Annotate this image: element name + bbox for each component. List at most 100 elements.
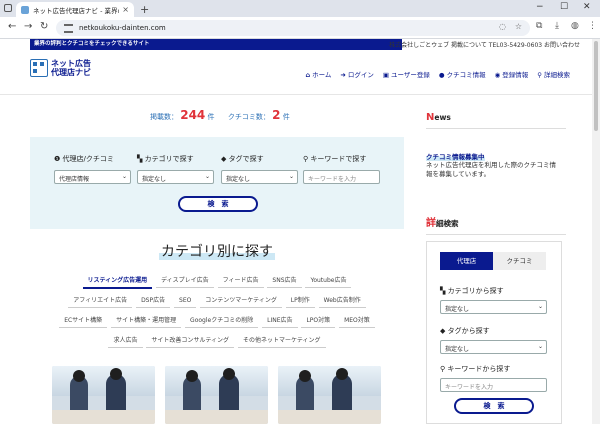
category-affiliate[interactable]: アフィリエイト広告 <box>68 292 133 308</box>
nav-detail-search-label: 詳細検索 <box>544 71 570 79</box>
eye-off-icon[interactable]: ◌ <box>499 22 506 31</box>
agency-card-image[interactable] <box>52 366 155 424</box>
category-other-marketing[interactable]: その他ネットマーケティング <box>237 332 326 348</box>
category-line-ads[interactable]: LINE広告 <box>262 312 298 328</box>
nav-login[interactable]: ➜ ログイン <box>340 69 373 79</box>
chevron-down-icon: ⌄ <box>121 173 127 180</box>
category-row-3: ECサイト構築 サイト構築・運用管理 Googleクチコミの削除 LINE広告 … <box>30 312 404 328</box>
nav-registered-info[interactable]: ◉ 登録情報 <box>495 69 529 79</box>
profile-icon[interactable]: ◍ <box>571 21 579 31</box>
sidebar-keyword-label-text: キーワードから探す <box>447 365 511 373</box>
chevron-down-icon: ⌄ <box>537 343 543 350</box>
sidebar-keyword-input[interactable]: キーワードを入力 <box>440 378 547 392</box>
news-item-body: ネット広告代理店を利用した際のクチコミ情報を募集しています。 <box>426 161 556 178</box>
nav-registered-info-label: 登録情報 <box>502 71 529 79</box>
category-lpo[interactable]: LPO対策 <box>301 312 336 328</box>
category-select[interactable]: 指定なし ⌄ <box>137 170 214 184</box>
category-site-consulting[interactable]: サイト改善コンサルティング <box>146 332 235 348</box>
tab-close-icon[interactable]: × <box>122 5 129 14</box>
forward-arrow-icon[interactable]: → <box>24 21 32 32</box>
sidebar-category-label-text: カテゴリから探す <box>447 287 504 295</box>
site-tagline: 業界の評判とクチコミをチェックできるサイト <box>30 39 402 50</box>
nav-detail-search[interactable]: ⚲ 詳細検索 <box>537 69 570 79</box>
reload-icon[interactable]: ↻ <box>40 21 48 32</box>
news-item-title[interactable]: クチコミ情報募集中 <box>426 151 485 161</box>
category-job-ads[interactable]: 求人広告 <box>108 332 143 348</box>
tag-label: タグで探す <box>228 155 264 163</box>
menu-dots-icon[interactable]: ⋮ <box>588 21 597 31</box>
reviews-label: クチコミ数： <box>227 113 270 121</box>
keyword-column: ⚲ キーワードで探す キーワードを入力 <box>303 154 380 184</box>
bookmark-star-icon[interactable]: ☆ <box>515 22 522 31</box>
page-scrollbar[interactable] <box>592 39 600 424</box>
logo-mark-icon <box>30 59 48 77</box>
category-youtube-ads[interactable]: Youtube広告 <box>305 272 352 288</box>
address-bar[interactable]: netkoukoku-dainten.com ◌ ☆ <box>56 20 530 36</box>
category-content-marketing[interactable]: コンテンツマーケティング <box>200 292 282 308</box>
category-lp-production[interactable]: LP制作 <box>285 292 315 308</box>
agency-card-image[interactable] <box>278 366 381 424</box>
category-label: カテゴリで探す <box>144 155 194 163</box>
category-meo[interactable]: MEO対策 <box>339 312 375 328</box>
category-display-ads[interactable]: ディスプレイ広告 <box>156 272 214 288</box>
keyword-input[interactable]: キーワードを入力 <box>303 170 380 184</box>
category-row-1: リスティング広告運用 ディスプレイ広告 フィード広告 SNS広告 Youtube… <box>30 272 404 289</box>
agency-card-image[interactable] <box>165 366 268 424</box>
tab-review[interactable]: クチコミ <box>493 252 546 270</box>
tab-agency[interactable]: 代理店 <box>440 252 493 270</box>
sidebar-tag-value: 指定なし <box>445 346 470 353</box>
scrollbar-thumb[interactable] <box>594 41 598 131</box>
category-google-review-removal[interactable]: Googleクチコミの削除 <box>185 312 259 328</box>
download-icon[interactable]: ⤓ <box>555 21 559 31</box>
chevron-down-icon: ⌄ <box>537 303 543 310</box>
category-sns-ads[interactable]: SNS広告 <box>267 272 302 288</box>
site-header: ネット広告 代理店ナビ ⌂ ホーム ➜ ログイン ▣ ユーザー登録 ● クチコミ情報 ◉… <box>30 55 570 93</box>
web-page: 業界の評判とクチコミをチェックできるサイト 株式会社しごとウェブ 掲載について … <box>0 39 600 424</box>
maximize-button[interactable]: ☐ <box>560 2 568 12</box>
nav-user-register[interactable]: ▣ ユーザー登録 <box>383 69 430 79</box>
search-icon: ⚲ <box>537 71 542 79</box>
listed-unit: 件 <box>207 113 215 121</box>
back-arrow-icon[interactable]: ← <box>8 21 16 32</box>
detail-search-box: 代理店 クチコミ ▚ カテゴリから探す 指定なし ⌄ ◆ タグから探す 指定なし ⌄… <box>426 241 562 424</box>
tab-title: ネット広告代理店ナビ - 業界の評 <box>33 6 119 15</box>
sidebar-search-button[interactable]: 検 索 <box>454 398 534 414</box>
category-row-2: アフィリエイト広告 DSP広告 SEO コンテンツマーケティング LP制作 We… <box>30 292 404 308</box>
site-info-icon[interactable] <box>64 23 73 33</box>
category-feed-ads[interactable]: フィード広告 <box>217 272 264 288</box>
browser-tab[interactable]: ネット広告代理店ナビ - 業界の評 × <box>16 2 134 17</box>
grid-icon: ▚ <box>137 155 145 163</box>
category-listing-ads[interactable]: リスティング広告運用 <box>82 272 153 289</box>
minimize-button[interactable]: − <box>536 2 544 12</box>
category-seo[interactable]: SEO <box>174 294 197 308</box>
sidebar-category-value: 指定なし <box>445 306 470 313</box>
sidebar-tag-label-text: タグから探す <box>447 327 490 335</box>
tag-select[interactable]: 指定なし ⌄ <box>221 170 298 184</box>
site-logo[interactable]: ネット広告 代理店ナビ <box>30 59 91 77</box>
search-type-select[interactable]: 代理店情報 ⌄ <box>54 170 131 184</box>
home-icon: ⌂ <box>305 71 311 79</box>
tab-search-icon[interactable] <box>4 4 12 12</box>
nav-home[interactable]: ⌂ ホーム <box>305 69 331 79</box>
category-site-build[interactable]: サイト構築・運用管理 <box>111 312 182 328</box>
category-dsp[interactable]: DSP広告 <box>136 292 171 308</box>
search-button[interactable]: 検 索 <box>178 196 258 212</box>
new-tab-button[interactable]: + <box>140 3 149 16</box>
category-web-ad-production[interactable]: Web広告制作 <box>318 292 366 308</box>
top-links[interactable]: 株式会社しごとウェブ 掲載について TEL03-5429-0603 お問い合わせ <box>389 40 580 49</box>
tag-icon: ◆ <box>440 327 448 335</box>
category-ec-site[interactable]: ECサイト構築 <box>59 312 108 328</box>
nav-home-label: ホーム <box>312 71 332 79</box>
top-strip: 業界の評判とクチコミをチェックできるサイト 株式会社しごとウェブ 掲載について … <box>0 39 592 50</box>
close-window-button[interactable]: ✕ <box>583 2 591 12</box>
url-text: netkoukoku-dainten.com <box>79 24 166 32</box>
category-section: カテゴリ別に探す リスティング広告運用 ディスプレイ広告 フィード広告 SNS広… <box>30 229 404 424</box>
sidebar-category-select[interactable]: 指定なし ⌄ <box>440 300 547 314</box>
reviews-count: 2 <box>272 108 281 122</box>
sidebar-tag-select[interactable]: 指定なし ⌄ <box>440 340 547 354</box>
listed-label: 掲載数： <box>150 113 178 121</box>
extensions-icon[interactable]: ⧉ <box>536 21 542 31</box>
nav-reviews[interactable]: ● クチコミ情報 <box>439 69 486 79</box>
browser-toolbar: ← → ↻ netkoukoku-dainten.com ◌ ☆ ⧉ ⤓ ◍ ⋮ <box>0 17 600 39</box>
grid-icon: ▚ <box>440 287 448 295</box>
